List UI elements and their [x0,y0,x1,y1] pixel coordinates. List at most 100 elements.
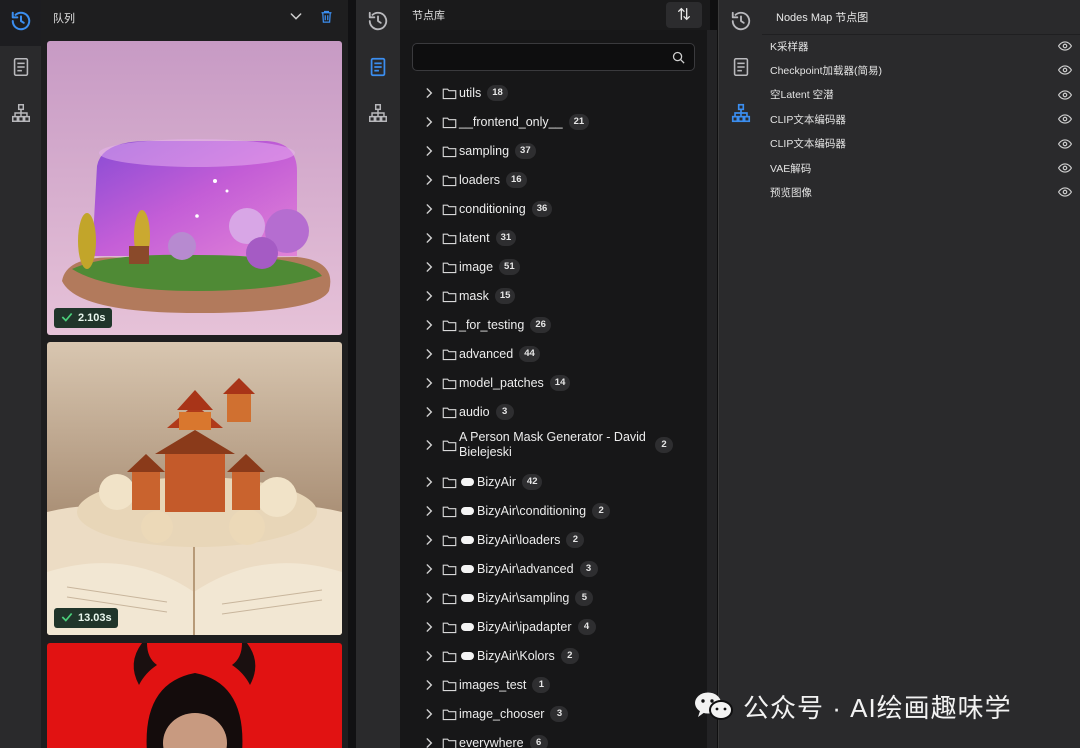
queue-item-image[interactable]: 13.03s [47,342,342,635]
chevron-right-icon [426,320,433,330]
tree-folder-item[interactable]: image_chooser 3 [422,706,702,722]
tree-folder-item[interactable]: everywhere 6 [422,735,702,748]
folder-count-badge: 3 [550,706,569,722]
nodes-map-title: Nodes Map 节点图 [776,12,869,24]
queue-history-tab[interactable] [356,0,400,46]
nodes-map-item[interactable]: 空Latent 空潜 [770,83,1072,107]
queue-history-tab[interactable] [719,0,762,46]
nodes-map-item[interactable]: Checkpoint加载器(简易) [770,58,1072,82]
chevron-right-icon [426,146,433,156]
sitemap-icon [730,102,752,129]
folder-label: latent [459,230,490,245]
chevron-right-icon [426,651,433,661]
eye-icon[interactable] [1058,161,1072,175]
node-label: 预览图像 [770,186,812,199]
tree-folder-item[interactable]: images_test 1 [422,677,702,693]
nodes-map-item[interactable]: K采样器 [770,34,1072,58]
tree-folder-item[interactable]: conditioning 36 [422,201,702,217]
chevron-right-icon [426,564,433,574]
node-search-field[interactable] [412,43,695,71]
folder-count-badge: 4 [577,619,596,635]
folder-icon [442,651,457,662]
tree-folder-item[interactable]: model_patches 14 [422,375,702,391]
eye-icon[interactable] [1058,39,1072,53]
queue-history-tab[interactable] [0,0,41,46]
library-scrollbar[interactable] [707,30,717,748]
node-library-tab[interactable] [719,46,762,92]
search-input[interactable] [413,44,653,70]
chevron-right-icon [426,622,433,632]
book-icon [730,56,752,83]
folder-label: image [459,259,494,274]
queue-item-image[interactable]: 2.10s [47,41,342,335]
folder-count-badge: 1 [532,677,551,693]
chevron-right-icon [426,175,433,185]
tree-folder-item[interactable]: mask 15 [422,288,702,304]
folder-count-badge: 3 [495,404,514,420]
wechat-logo-icon [693,690,733,722]
folder-count-badge: 5 [575,590,594,606]
history-icon [367,10,389,37]
tree-folder-item[interactable]: BizyAir\Kolors 2 [422,648,702,664]
nodes-map-item[interactable]: 预览图像 [770,180,1072,204]
folder-icon [442,378,457,389]
nodes-map-item[interactable]: VAE解码 [770,156,1072,180]
tree-folder-item[interactable]: _for_testing 26 [422,317,702,333]
eye-icon[interactable] [1058,112,1072,126]
nodes-map-tab[interactable] [356,92,400,138]
folder-icon [442,262,457,273]
clear-queue-button[interactable] [314,6,338,30]
folder-count-badge: 21 [568,114,590,130]
chevron-right-icon [426,88,433,98]
collapse-button[interactable] [284,6,308,30]
tree-folder-item[interactable]: BizyAir\ipadapter 4 [422,619,702,635]
left-icon-bar [0,0,41,748]
tree-folder-item[interactable]: sampling 37 [422,143,702,159]
node-library-tab[interactable] [0,46,41,92]
folder-label: image_chooser [459,706,545,721]
tree-folder-item[interactable]: BizyAir\advanced 3 [422,561,702,577]
folder-count-badge: 44 [519,346,540,362]
tree-folder-item[interactable]: advanced 44 [422,346,702,362]
folder-icon [442,535,457,546]
folder-count-badge: 3 [579,561,598,577]
folder-icon [442,477,457,488]
nodes-map-item[interactable]: CLIP文本编码器 [770,132,1072,156]
tree-folder-item[interactable]: utils 18 [422,85,702,101]
cloud-icon [461,478,474,486]
node-library-tab[interactable] [356,46,400,92]
duration-badge: 13.03s [54,608,118,628]
chevron-right-icon [426,477,433,487]
chevron-right-icon [426,680,433,690]
watermark-text: 公众号 · AI绘画趣味学 [743,692,1012,723]
tree-folder-item[interactable]: BizyAir\loaders 2 [422,532,702,548]
panel-divider[interactable] [348,0,356,748]
middle-icon-bar [356,0,400,748]
queue-item-image[interactable] [47,643,342,748]
folder-icon [442,738,457,748]
folder-count-badge: 15 [494,288,516,304]
folder-count-badge: 14 [549,375,571,391]
sort-button[interactable] [666,2,702,28]
tree-folder-item[interactable]: BizyAir\conditioning 2 [422,503,702,519]
folder-icon [442,680,457,691]
folder-count-badge: 36 [531,201,553,217]
tree-folder-item[interactable]: audio 3 [422,404,702,420]
nodes-map-tab[interactable] [0,92,41,138]
tree-folder-item[interactable]: __frontend_only__ 21 [422,114,702,130]
eye-icon[interactable] [1058,185,1072,199]
chevron-right-icon [426,233,433,243]
folder-icon [442,593,457,604]
tree-folder-item[interactable]: image 51 [422,259,702,275]
tree-folder-item[interactable]: loaders 16 [422,172,702,188]
tree-folder-item[interactable]: latent 31 [422,230,702,246]
nodes-map-tab[interactable] [719,92,762,138]
eye-icon[interactable] [1058,88,1072,102]
tree-folder-item[interactable]: A Person Mask Generator - David Bielejes… [422,430,702,460]
eye-icon[interactable] [1058,137,1072,151]
eye-icon[interactable] [1058,63,1072,77]
tree-folder-item[interactable]: BizyAir 42 [422,474,702,490]
nodes-map-item[interactable]: CLIP文本编码器 [770,107,1072,131]
tree-folder-item[interactable]: BizyAir\sampling 5 [422,590,702,606]
generated-image [47,41,342,335]
